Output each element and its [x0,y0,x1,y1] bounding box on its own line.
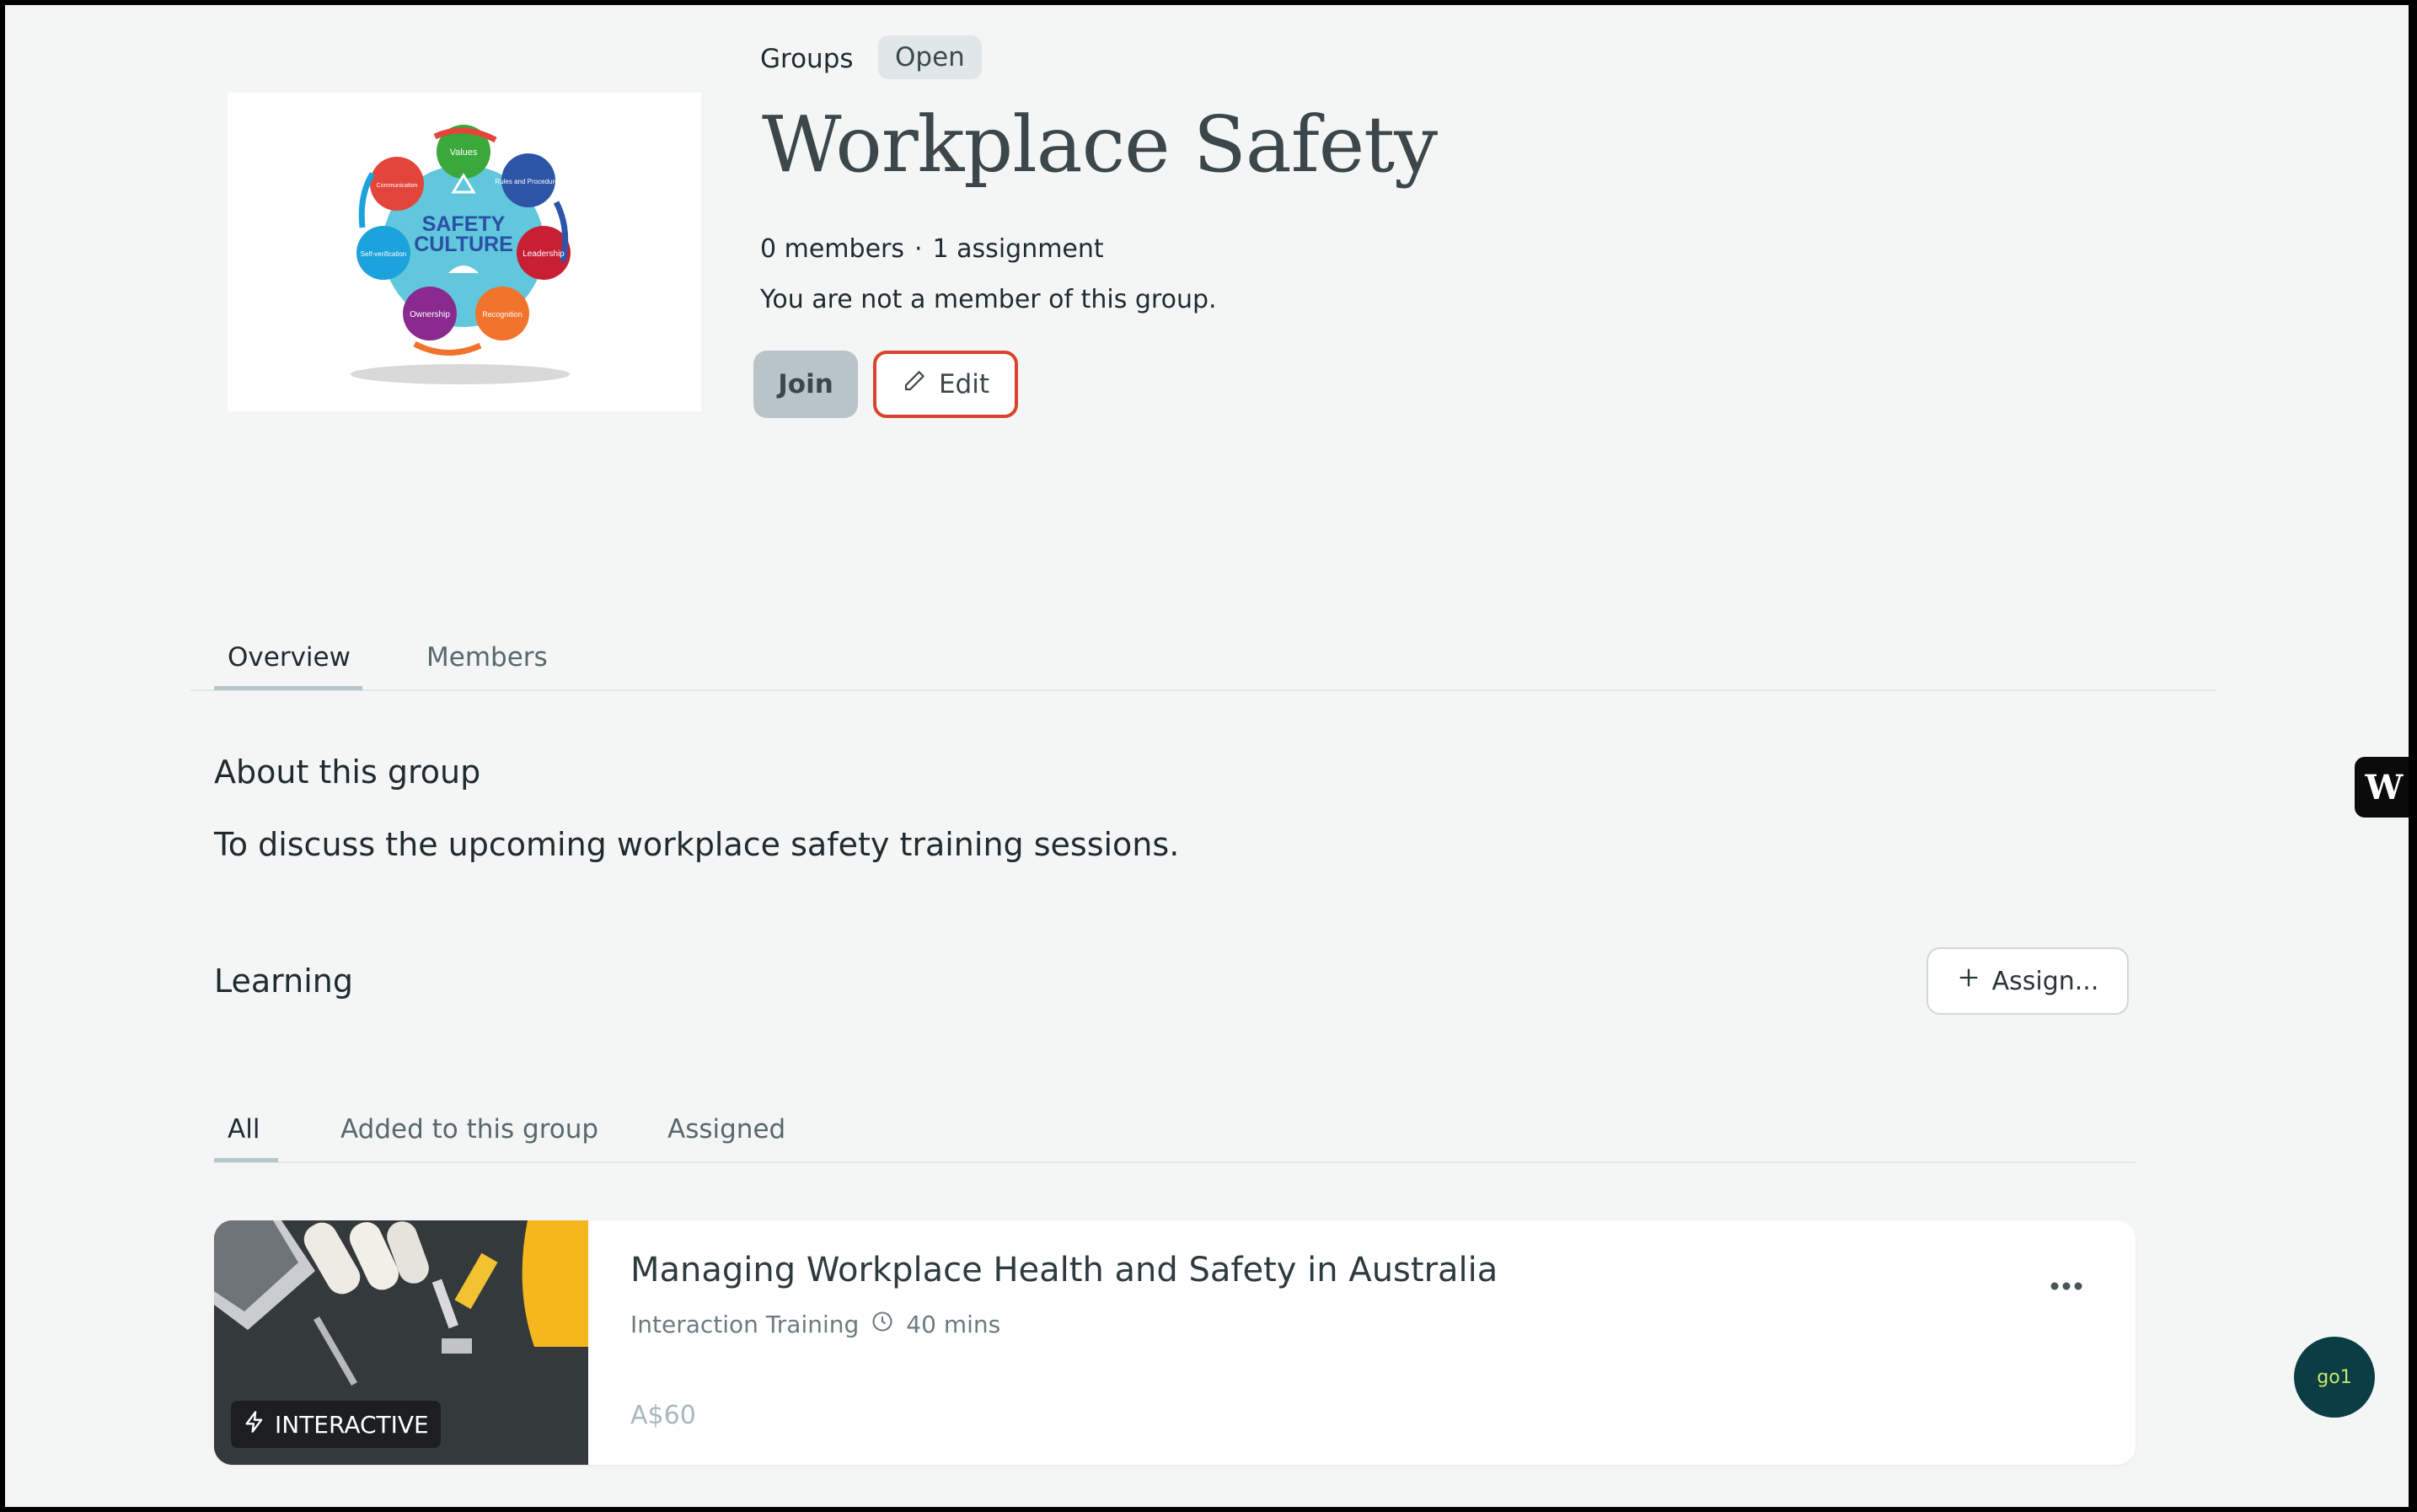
lightning-icon [243,1410,266,1440]
about-heading: About this group [214,753,481,791]
clock-icon [871,1310,894,1339]
thumbnail-label-leadership: Leadership [523,249,565,259]
thumbnail-label-ownership: Ownership [410,310,450,319]
tab-overview-indicator [214,686,362,690]
learning-heading: Learning [214,962,353,1000]
filter-assigned[interactable]: Assigned [667,1114,785,1145]
thumbnail-text-line2: CULTURE [414,233,513,256]
course-price: A$60 [630,1401,696,1430]
chat-launcher-button[interactable]: go1 [2294,1337,2375,1418]
interactive-badge-label: INTERACTIVE [275,1410,429,1439]
thumbnail-label-values: Values [450,147,478,158]
thumbnail-label-rules: Rules and Procedures [495,178,561,185]
group-thumbnail: SAFETY CULTURE Values Rules and Procedur… [228,93,701,411]
course-duration: 40 mins [906,1311,1001,1338]
join-button[interactable]: Join [753,351,858,418]
tabs-divider [190,689,2216,691]
side-widget-tab[interactable]: W [2355,757,2409,818]
interactive-badge: INTERACTIVE [231,1401,441,1448]
app-frame: SAFETY CULTURE Values Rules and Procedur… [5,5,2409,1507]
group-meta: 0 members · 1 assignment [760,234,1104,264]
filter-all[interactable]: All [228,1114,260,1145]
pencil-icon [902,368,927,400]
membership-status: You are not a member of this group. [760,285,1217,314]
tab-overview[interactable]: Overview [228,642,351,673]
group-description: To discuss the upcoming workplace safety… [214,826,1180,863]
filter-added-to-group[interactable]: Added to this group [340,1114,598,1145]
page-title: Workplace Safety [762,99,1438,190]
assign-button-label: Assign... [1991,966,2099,996]
edit-button-label: Edit [938,369,990,399]
members-count[interactable]: 0 members [760,234,904,264]
edit-button[interactable]: Edit [873,351,1018,418]
tab-members[interactable]: Members [426,642,548,673]
filters-divider [214,1161,2136,1163]
assignments-count: 1 assignment [932,234,1104,264]
thumbnail-label-self-verification: Self-verification [361,250,407,258]
meta-separator: · [914,234,923,264]
thumbnail-label-recognition: Recognition [482,310,523,319]
join-button-label: Join [778,369,833,399]
go1-logo: go1 [2317,1366,2352,1388]
course-meta: Interaction Training 40 mins [630,1310,1000,1339]
thumbnail-label-communication: Communication [377,183,418,189]
safety-culture-graphic: SAFETY CULTURE Values Rules and Procedur… [351,125,571,384]
more-options-icon[interactable] [2039,1269,2093,1303]
filter-all-indicator [214,1158,278,1162]
course-title[interactable]: Managing Workplace Health and Safety in … [630,1251,1498,1289]
assign-button[interactable]: Assign... [1927,947,2129,1015]
status-badge: Open [878,35,982,79]
breadcrumb-groups[interactable]: Groups [760,44,854,74]
side-widget-label: W [2365,767,2404,807]
learning-card[interactable]: INTERACTIVE Managing Workplace Health an… [214,1220,2136,1465]
plus-icon [1957,966,1980,996]
course-provider: Interaction Training [630,1311,860,1338]
